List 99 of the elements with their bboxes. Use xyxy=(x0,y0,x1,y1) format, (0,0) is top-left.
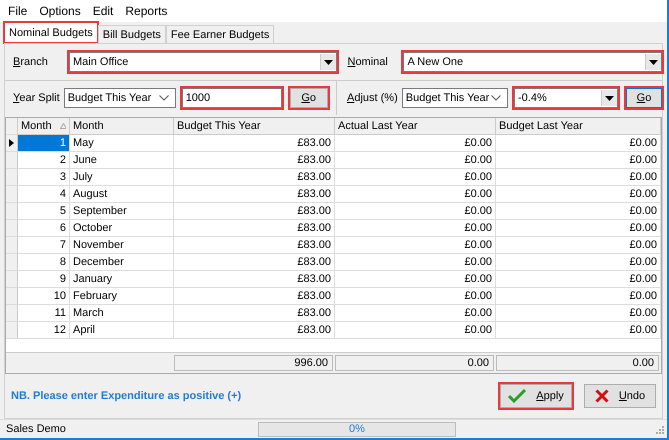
table-cell: June xyxy=(70,152,174,169)
close-icon xyxy=(594,389,609,403)
table-cell: January xyxy=(70,271,174,288)
table-cell: October xyxy=(70,220,174,237)
resize-grip-icon xyxy=(654,424,664,434)
table-cell: £0.00 xyxy=(496,152,661,169)
table-cell: 2 xyxy=(18,152,70,169)
total-cell: 996.00 xyxy=(174,355,333,371)
table-cell: 10 xyxy=(18,288,70,305)
table-cell: 11 xyxy=(18,305,70,322)
table-cell: £83.00 xyxy=(174,135,335,152)
table-cell: £83.00 xyxy=(174,169,335,186)
menu-item[interactable]: Options xyxy=(39,4,81,18)
table-cell: £0.00 xyxy=(335,305,496,322)
table-cell: 9 xyxy=(18,271,70,288)
table-cell: August xyxy=(70,186,174,203)
progress-label: 0% xyxy=(349,423,365,435)
table-cell: December xyxy=(70,254,174,271)
status-text: Sales Demo xyxy=(5,423,67,435)
branch-label: Branch xyxy=(13,56,49,68)
table-cell: £0.00 xyxy=(335,322,496,339)
table-cell: £0.00 xyxy=(496,220,661,237)
table-cell: £0.00 xyxy=(335,254,496,271)
table-cell: 4 xyxy=(18,186,70,203)
table-cell: May xyxy=(70,135,174,152)
note-text: NB. Please enter Expenditure as positive (+) xyxy=(11,390,242,402)
table-cell: March xyxy=(70,305,174,322)
checkmark-icon xyxy=(508,389,526,403)
table-cell: £83.00 xyxy=(174,237,335,254)
table-cell: April xyxy=(70,322,174,339)
chevron-icon xyxy=(158,95,169,101)
go-button[interactable]: Go xyxy=(290,88,328,108)
column-header[interactable]: Budget This Year xyxy=(174,118,335,135)
table-cell: 7 xyxy=(18,237,70,254)
tab[interactable]: Nominal Budgets xyxy=(4,22,98,43)
table-cell: 5 xyxy=(18,203,70,220)
column-header[interactable]: Month xyxy=(18,118,70,135)
amount-field[interactable]: 1000 xyxy=(182,88,282,108)
branch-dropdown[interactable]: Main Office xyxy=(69,52,338,72)
table-cell: £83.00 xyxy=(174,254,335,271)
table-cell: £0.00 xyxy=(335,220,496,237)
table-cell: £83.00 xyxy=(174,305,335,322)
table-cell: £0.00 xyxy=(496,271,661,288)
table-cell: £0.00 xyxy=(496,305,661,322)
table-cell: July xyxy=(70,169,174,186)
column-header[interactable]: Month xyxy=(70,118,174,135)
table-cell: £83.00 xyxy=(174,271,335,288)
year-split-label: Year Split xyxy=(13,92,60,104)
year-split-dropdown[interactable]: Budget This Year xyxy=(64,88,176,108)
undo-button[interactable]: Undo xyxy=(584,384,656,408)
table-cell: £0.00 xyxy=(335,169,496,186)
menu-item[interactable]: Reports xyxy=(125,4,168,18)
table-cell: £83.00 xyxy=(174,203,335,220)
table-cell: £83.00 xyxy=(174,152,335,169)
table-cell: February xyxy=(70,288,174,305)
go-button[interactable]: Go xyxy=(626,88,662,108)
table-cell: £0.00 xyxy=(496,254,661,271)
adjust-label: Adjust (%) xyxy=(347,92,398,104)
percent-dropdown[interactable]: -0.4% xyxy=(514,88,618,108)
total-cell: 0.00 xyxy=(335,355,494,371)
column-header[interactable]: Actual Last Year xyxy=(335,118,496,135)
tab[interactable]: Bill Budgets xyxy=(98,25,166,43)
table-cell: £0.00 xyxy=(496,203,661,220)
menu-item[interactable]: Edit xyxy=(92,4,114,18)
table-cell: 6 xyxy=(18,220,70,237)
row-header[interactable] xyxy=(6,135,18,152)
table-cell: £83.00 xyxy=(174,288,335,305)
adjust-dropdown[interactable]: Budget This Year xyxy=(402,88,508,108)
table-cell: £83.00 xyxy=(174,322,335,339)
table-cell: £0.00 xyxy=(496,186,661,203)
table-cell: 8 xyxy=(18,254,70,271)
table-cell: £0.00 xyxy=(335,152,496,169)
tab[interactable]: Fee Earner Budgets xyxy=(166,25,274,43)
current-row-icon xyxy=(9,139,14,147)
apply-button[interactable]: Apply xyxy=(500,384,572,408)
table-cell: £0.00 xyxy=(496,322,661,339)
table-cell: £0.00 xyxy=(496,237,661,254)
total-cell: 0.00 xyxy=(496,355,659,371)
nominal-label: Nominal xyxy=(347,56,389,68)
table-cell: 1 xyxy=(18,135,70,152)
chevron-icon xyxy=(491,95,502,101)
table-cell: £0.00 xyxy=(335,237,496,254)
table-cell: £0.00 xyxy=(335,271,496,288)
table-cell: £0.00 xyxy=(335,186,496,203)
table-cell: 12 xyxy=(18,322,70,339)
table-cell: 3 xyxy=(18,169,70,186)
table-cell: £0.00 xyxy=(496,135,661,152)
column-header[interactable]: Budget Last Year xyxy=(496,118,661,135)
table-cell: November xyxy=(70,237,174,254)
table-cell: £0.00 xyxy=(335,135,496,152)
table-cell: September xyxy=(70,203,174,220)
table-cell: £0.00 xyxy=(335,203,496,220)
table-cell: £83.00 xyxy=(174,220,335,237)
table-cell: £0.00 xyxy=(496,169,661,186)
nominal-dropdown[interactable]: A New One xyxy=(403,52,662,72)
table-cell: £0.00 xyxy=(496,288,661,305)
table-cell: £83.00 xyxy=(174,186,335,203)
menu-item[interactable]: File xyxy=(8,4,28,18)
table-cell: £0.00 xyxy=(335,288,496,305)
